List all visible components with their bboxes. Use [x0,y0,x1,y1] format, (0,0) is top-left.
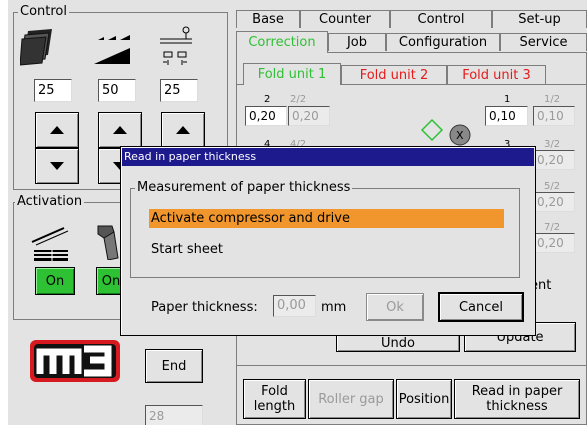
bottom-counter-field: 28 [145,405,203,425]
m3-logo [30,340,120,382]
fold-label-1-2: 1/2 [544,94,561,105]
arrow-up-icon [50,126,64,134]
ok-button: Ok [366,293,424,321]
step-activate-compressor-label: Activate compressor and drive [151,211,350,226]
arrow-up-icon [176,126,190,134]
tab-fold-unit-1[interactable]: Fold unit 1 [243,63,341,85]
tab-base[interactable]: Base [236,10,300,28]
thickness-field: 0,00 [273,295,316,317]
paper-thickness-dialog: Read in paper thickness Measurement of p… [120,146,536,336]
fold-value-5-2: 0,20 [533,192,575,212]
read-in-paper-thickness-button[interactable]: Read in paper thickness [454,379,580,419]
cancel-button[interactable]: Cancel [439,293,523,321]
tab-correction[interactable]: Correction [236,31,328,53]
control-3-up-button[interactable] [161,112,205,148]
thickness-unit: mm [321,300,347,315]
control-value-2[interactable]: 50 [98,79,136,102]
control-group-title: Control [18,4,69,19]
fold-label-7-2: 7/2 [544,222,561,233]
fold-value-2[interactable]: 0,20 [245,106,287,126]
fold-label-1: 1 [504,94,511,105]
tab-counter[interactable]: Counter [300,10,390,28]
step-start-sheet-label: Start sheet [151,242,223,257]
fold-label-5-2: 5/2 [544,181,561,192]
measurement-group [130,188,520,278]
dialog-title: Read in paper thickness [124,150,257,163]
tab-fold-unit-2[interactable]: Fold unit 2 [341,65,447,85]
stop-gauge-icon [156,26,196,66]
svg-text:X: X [456,129,464,142]
activation-on-button-1[interactable]: On [35,267,75,295]
thickness-label: Paper thickness: [151,300,258,315]
paper-stack-icon [19,27,54,67]
tab-configuration[interactable]: Configuration [386,33,500,51]
ramp-icon [94,30,132,66]
control-value-3[interactable]: 25 [160,79,198,102]
measurement-group-title: Measurement of paper thickness [135,180,353,195]
tab-fold-unit-3[interactable]: Fold unit 3 [447,65,546,85]
tab-job[interactable]: Job [328,33,386,51]
fold-value-3-2: 0,20 [533,150,575,170]
fold-value-2-2: 0,20 [288,106,330,126]
fold-value-7-2: 0,20 [533,233,575,253]
tab-service[interactable]: Service [500,33,587,51]
control-value-1[interactable]: 25 [34,79,72,102]
fold-label-3-2: 3/2 [544,139,561,150]
tab-control[interactable]: Control [390,10,492,28]
fold-value-1[interactable]: 0,10 [485,106,528,126]
roller-gap-button: Roller gap [308,379,394,419]
control-2-up-button[interactable] [98,112,142,148]
fold-label-2: 2 [264,94,271,105]
tab-setup[interactable]: Set-up [492,10,587,28]
control-1-up-button[interactable] [35,112,79,148]
control-1-down-button[interactable] [35,148,79,184]
activation-group-title: Activation [15,194,85,209]
end-button[interactable]: End [145,349,203,383]
fold-length-button[interactable]: Fold length [243,379,306,419]
position-button[interactable]: Position [396,379,452,419]
sheet-feed-icon [30,224,70,262]
fold-value-1-2: 0,10 [533,106,575,126]
fold-label-2-2: 2/2 [290,94,307,105]
app-window: Control 25 50 25 Activation On On End 28… [8,0,587,425]
arrow-down-icon [50,162,64,170]
arrow-up-icon [113,126,127,134]
